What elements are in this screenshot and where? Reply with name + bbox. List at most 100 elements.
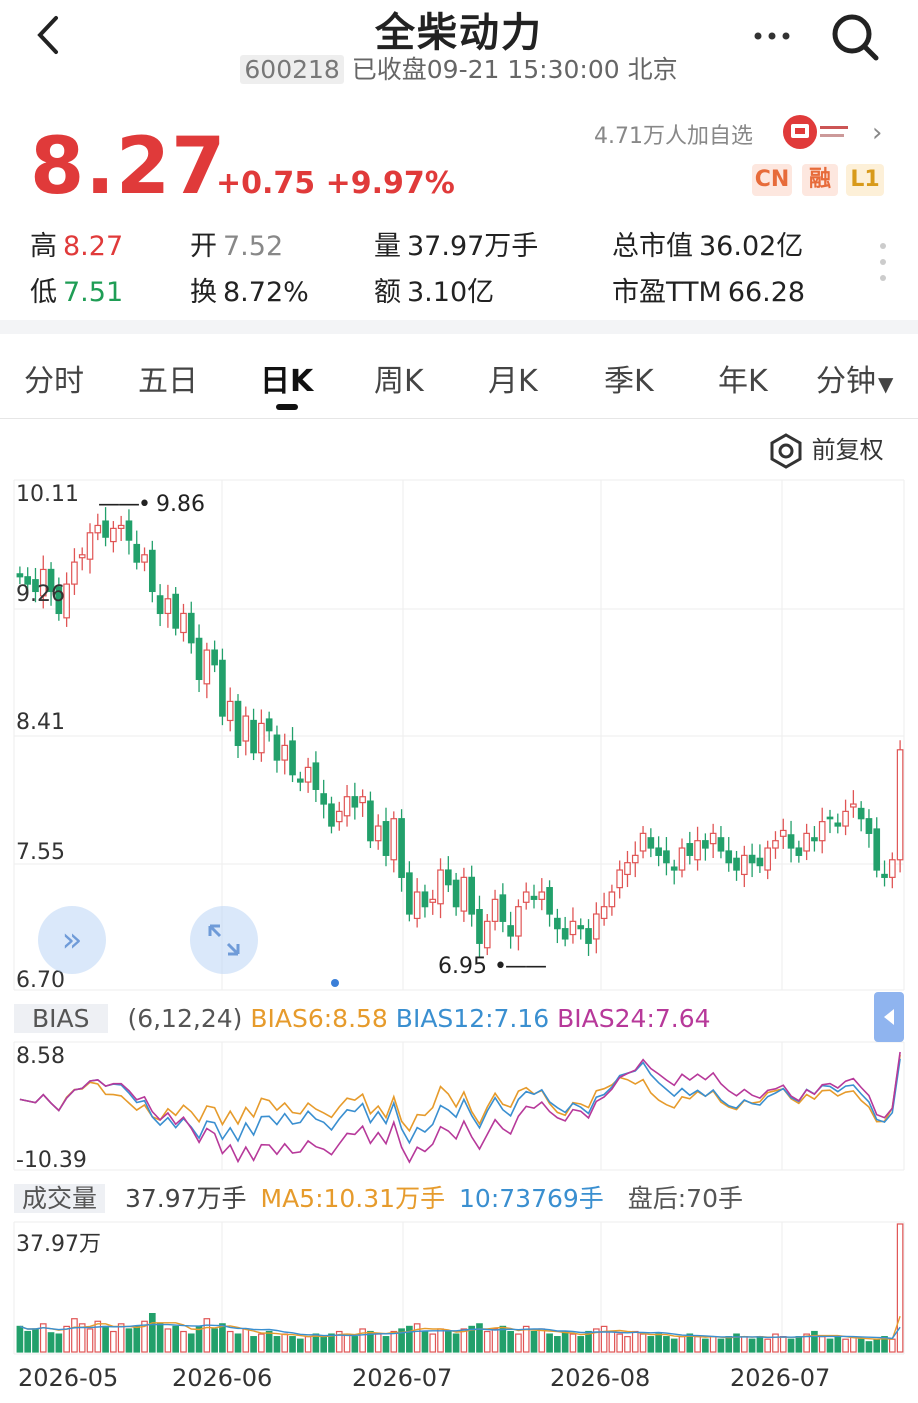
kline-chart[interactable]: [0, 470, 918, 1370]
stat-market-cap: 总市值 36.02亿: [612, 231, 804, 262]
candle-body: [148, 549, 156, 593]
candle-body: [491, 898, 499, 922]
candle-body: [226, 700, 234, 722]
tab-yearly-k[interactable]: 年K: [718, 356, 768, 400]
bias12-value: BIAS12:7.16: [395, 1004, 550, 1033]
candle-body: [515, 906, 522, 937]
volume-bar: [748, 1338, 756, 1353]
tab-weekly-k[interactable]: 周K: [374, 356, 424, 400]
tab-daily-k[interactable]: 日K: [260, 356, 313, 400]
adjust-label: 前复权: [811, 436, 884, 464]
candle-body: [406, 872, 413, 915]
candle-body: [141, 554, 148, 563]
candle-body: [203, 649, 211, 685]
high-marker-label: 9.86: [155, 492, 205, 517]
fullscreen-button[interactable]: [190, 906, 258, 974]
volume-bar: [156, 1323, 164, 1353]
volume-bar: [172, 1325, 180, 1353]
bias-indicator-tab[interactable]: BIAS: [14, 1004, 108, 1033]
stat-amount: 额 3.10亿: [374, 277, 495, 308]
volume-indicator-tab[interactable]: 成交量: [14, 1184, 106, 1213]
stat-low: 低 7.51: [30, 277, 124, 308]
volume-bar: [164, 1328, 172, 1353]
candle-body: [421, 891, 429, 908]
tag-cn[interactable]: CN: [752, 164, 792, 196]
candle-body: [834, 822, 842, 827]
candle-body: [398, 818, 405, 878]
candle-body: [499, 894, 507, 922]
candle-body: [538, 891, 546, 900]
low-marker-label: 6.95: [438, 954, 487, 979]
volume-bar: [47, 1332, 55, 1353]
volume-bar: [608, 1330, 616, 1353]
candle-body: [616, 869, 624, 889]
after-hours-value: 盘后:70手: [627, 1184, 743, 1213]
candle-body: [102, 520, 109, 538]
candle-body: [686, 843, 694, 856]
volume-bar: [678, 1336, 686, 1353]
candle-body: [842, 810, 849, 827]
candle-body: [881, 873, 888, 878]
tab-minute[interactable]: 分钟 ▼: [816, 356, 893, 400]
stats-more-button[interactable]: [876, 240, 890, 284]
volume-bar: [390, 1330, 398, 1353]
candle-body: [826, 816, 834, 820]
collapse-panel-button[interactable]: [874, 992, 904, 1042]
candle-body: [748, 854, 756, 864]
volume-bar: [258, 1333, 265, 1353]
volume-bar: [577, 1336, 585, 1353]
x-tick-label: 2026-07: [730, 1364, 831, 1392]
candle-body: [351, 796, 359, 808]
volume-bar: [226, 1330, 234, 1353]
volume-bar: [569, 1333, 577, 1353]
add-watchlist-button[interactable]: [782, 112, 852, 152]
candle-body: [273, 734, 281, 761]
candle-body: [554, 917, 561, 930]
candle-body: [624, 862, 631, 876]
followers-count[interactable]: 4.71万人加自选: [594, 118, 753, 150]
volume-bar: [374, 1333, 382, 1353]
tab-quarterly-k[interactable]: 季K: [604, 356, 654, 400]
volume-bar: [55, 1333, 63, 1353]
expand-sidebar-button[interactable]: »: [38, 906, 106, 974]
candle-body: [772, 840, 779, 849]
volume-bar: [865, 1341, 873, 1353]
more-button[interactable]: [748, 14, 796, 54]
candle-body: [281, 744, 289, 761]
candle-body: [725, 850, 733, 864]
candle-body: [359, 796, 366, 804]
triangle-left-icon: [884, 1009, 894, 1025]
bias24-value: BIAS24:7.64: [557, 1004, 711, 1033]
candle-body: [195, 637, 203, 681]
adjust-price-button[interactable]: 前复权: [768, 430, 884, 469]
tab-five-day[interactable]: 五日: [138, 356, 198, 400]
tag-margin[interactable]: 融: [802, 164, 838, 196]
tab-intraday[interactable]: 分时: [24, 356, 84, 400]
search-button[interactable]: [828, 10, 884, 62]
candle-body: [117, 524, 125, 529]
volume-bar: [203, 1318, 211, 1353]
vertical-dots-icon: [880, 243, 886, 281]
candle-body: [585, 928, 592, 944]
volume-bar: [133, 1325, 141, 1353]
change-amount: +0.75: [216, 166, 316, 201]
volume-bar: [507, 1330, 514, 1353]
volume-bar: [24, 1330, 32, 1353]
candle-body: [888, 859, 896, 878]
volume-bar: [717, 1338, 725, 1353]
tab-monthly-k[interactable]: 月K: [488, 356, 538, 400]
volume-bar: [265, 1330, 273, 1353]
candle-body: [764, 847, 772, 871]
section-divider: [0, 320, 918, 334]
candle-body: [16, 573, 24, 578]
volume-legend: 成交量 37.97万手 MA5:10.31万手 10:73769手 盘后:70手: [14, 1180, 743, 1218]
candle-body: [187, 612, 195, 644]
bias-line-bias6: [19, 1054, 901, 1133]
candle-body: [795, 847, 803, 856]
event-dot[interactable]: [331, 979, 339, 987]
candle-body: [289, 740, 296, 776]
tag-l1[interactable]: L1: [846, 164, 884, 196]
chevron-right-icon[interactable]: ›: [872, 118, 882, 148]
change-percent: +9.97%: [325, 166, 455, 201]
ma10-value: 10:73769手: [459, 1184, 604, 1213]
